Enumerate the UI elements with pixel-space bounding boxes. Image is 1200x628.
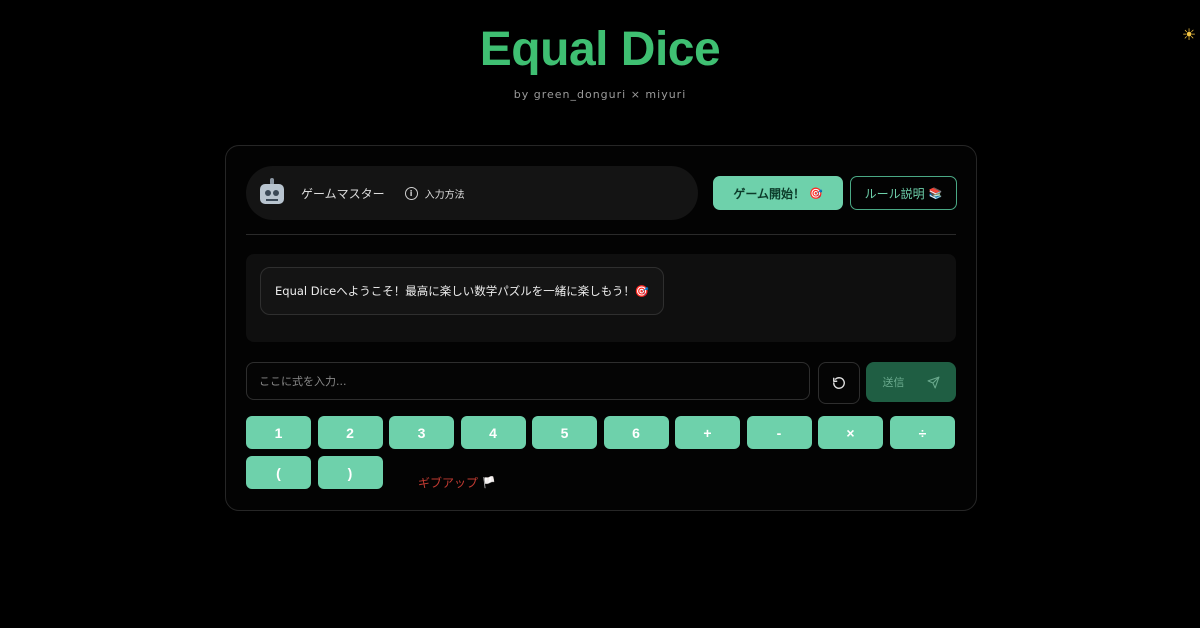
game-master-name: ゲームマスター <box>301 186 385 201</box>
key-5[interactable]: 5 <box>532 416 597 449</box>
game-master-bar: ゲームマスター i 入力方法 <box>246 166 698 220</box>
white-flag-icon: 🏳️ <box>482 476 496 489</box>
key-2[interactable]: 2 <box>317 416 383 449</box>
start-game-button[interactable]: ゲーム開始！ 🎯 <box>713 176 843 210</box>
info-icon: i <box>404 186 418 200</box>
chat-area: Equal Diceへようこそ！最高に楽しい数学パズルを一緒に楽しもう！🎯 <box>246 254 956 342</box>
divider <box>246 234 956 235</box>
rules-label: ルール説明 <box>864 186 925 201</box>
send-button[interactable]: 送信 <box>866 362 956 402</box>
key-open-paren[interactable]: ( <box>246 456 311 489</box>
give-up-button[interactable]: ギブアップ 🏳️ <box>418 466 496 499</box>
key-4[interactable]: 4 <box>460 416 526 449</box>
send-icon <box>927 376 940 389</box>
refresh-icon <box>833 377 845 389</box>
input-help-link[interactable]: i 入力方法 <box>404 186 465 201</box>
start-game-label: ゲーム開始！ <box>733 186 805 201</box>
reset-button[interactable] <box>818 362 860 404</box>
robot-icon <box>257 178 287 208</box>
expression-input[interactable] <box>246 362 810 400</box>
input-help-label: 入力方法 <box>424 189 465 201</box>
page-subtitle: by green_donguri × miyuri <box>513 88 687 101</box>
page-title: Equal Dice <box>479 23 721 76</box>
give-up-label: ギブアップ <box>418 476 479 490</box>
key-minus[interactable]: - <box>746 416 812 449</box>
send-label: 送信 <box>882 376 905 389</box>
rules-button[interactable]: ルール説明 📚 <box>850 176 957 210</box>
target-icon: 🎯 <box>808 186 823 200</box>
key-6[interactable]: 6 <box>603 416 669 449</box>
key-close-paren[interactable]: ) <box>317 456 383 489</box>
game-card: ゲームマスター i 入力方法 ゲーム開始！ 🎯 ルール説明 📚 Equal Di… <box>225 145 977 511</box>
key-plus[interactable]: + <box>675 416 740 449</box>
key-divide[interactable]: ÷ <box>890 416 955 449</box>
chat-message: Equal Diceへようこそ！最高に楽しい数学パズルを一緒に楽しもう！🎯 <box>260 267 665 315</box>
key-1[interactable]: 1 <box>246 416 311 449</box>
key-3[interactable]: 3 <box>389 416 454 449</box>
key-multiply[interactable]: × <box>818 416 883 449</box>
header: Equal Dice by green_donguri × miyuri <box>0 22 1200 101</box>
books-icon: 📚 <box>928 186 943 200</box>
